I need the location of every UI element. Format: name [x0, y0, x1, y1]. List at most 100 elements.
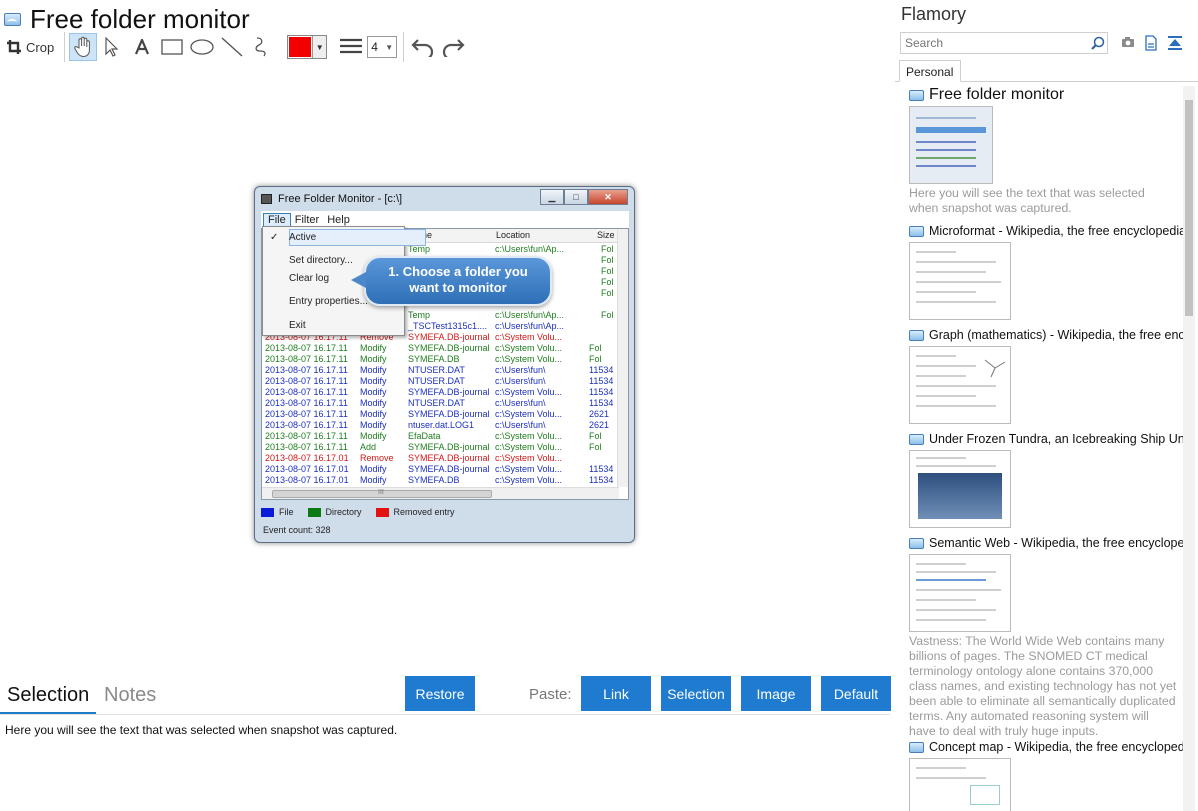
pen-color-swatch [289, 37, 312, 57]
ellipse-tool-button[interactable] [187, 33, 217, 61]
search-input[interactable] [900, 32, 1108, 54]
crop-button[interactable]: Crop [0, 33, 60, 61]
cell-size: Fol [589, 354, 602, 364]
list-item[interactable]: Microformat - Wikipedia, the free encycl… [909, 222, 1183, 320]
snapshot-icon [909, 537, 924, 549]
color-picker[interactable]: ▼ [287, 35, 328, 59]
cell-action: Modify [360, 343, 387, 353]
line-width-picker[interactable]: 4 ▼ [339, 36, 398, 58]
cell-action: Modify [360, 354, 387, 364]
collapse-up-icon[interactable] [1167, 35, 1183, 56]
menu-item-entry-properties: Entry properties... [289, 296, 368, 307]
list-item-description: Vastness: The World Wide Web contains ma… [909, 634, 1177, 738]
rectangle-tool-button[interactable] [157, 33, 187, 61]
cell-name: SYMEFA.DB [408, 354, 460, 364]
list-item-title: Concept map - Wikipedia, the free encycl… [929, 740, 1183, 754]
table-row: 2013-08-07 16.17.11 Modify SYMEFA.DB c:\Sys… [262, 354, 622, 365]
redo-button[interactable] [438, 33, 468, 61]
cell-time: 2013-08-07 16.17.11 [265, 365, 348, 375]
tab-notes[interactable]: Notes [104, 684, 156, 707]
cell-time: 2013-08-07 16.17.11 [265, 343, 348, 353]
cell-name: ntuser.dat.LOG1 [408, 420, 475, 430]
table-row: 2013-08-07 16.17.11 Modify NTUSER.DAT c:\Us… [262, 376, 622, 387]
hand-tool-button[interactable] [69, 33, 98, 61]
select-tool-button[interactable] [97, 33, 127, 61]
table-row: 2013-08-07 16.17.11 Modify NTUSER.DAT c:\Us… [262, 398, 622, 409]
cell-time: 2013-08-07 16.17.11 [265, 409, 348, 419]
list-item[interactable]: Concept map - Wikipedia, the free encycl… [909, 738, 1183, 811]
selection-text[interactable]: Here you will see the text that was sele… [5, 723, 397, 737]
list-item[interactable]: Free folder monitor Here you will see th… [909, 86, 1177, 216]
table-row: 2013-08-07 16.17.11 Modify SYMEFA.DB-journ… [262, 409, 622, 420]
cell-name: NTUSER.DAT [408, 398, 465, 408]
camera-icon[interactable] [1121, 35, 1135, 56]
cell-loc: c:\System Volu... [495, 343, 563, 353]
cell-action: Modify [360, 398, 387, 408]
chevron-down-icon: ▼ [312, 36, 327, 58]
restore-button[interactable]: Restore [405, 676, 475, 711]
cell-name: SYMEFA.DB-journal [408, 387, 490, 397]
cell-action: Modify [360, 365, 387, 375]
snapshot-icon [909, 225, 924, 237]
legend-directory: Directory [307, 507, 362, 517]
list-item-header: Semantic Web - Wikipedia, the free encyc… [909, 534, 1183, 552]
paste-image-button[interactable]: Image [741, 676, 811, 711]
undo-button[interactable] [408, 33, 438, 61]
table-row: 2013-08-07 16.17.01 Remove SYMEFA.DB-journ… [262, 453, 622, 464]
tab-selection[interactable]: Selection [7, 684, 89, 707]
cell-loc: c:\Users\fun\ [495, 376, 546, 386]
cell-name: NTUSER.DAT [408, 365, 465, 375]
paste-link-button[interactable]: Link [581, 676, 651, 711]
cell-size: Fol [601, 288, 614, 298]
list-item-thumbnail [909, 450, 1011, 528]
column-size: Size [597, 230, 615, 240]
list-item-header: Concept map - Wikipedia, the free encycl… [909, 738, 1183, 756]
list-item[interactable]: Semantic Web - Wikipedia, the free encyc… [909, 534, 1183, 739]
legend-label: Removed entry [393, 507, 455, 517]
cell-action: Modify [360, 376, 387, 386]
text-tool-button[interactable] [127, 33, 157, 61]
tab-personal[interactable]: Personal [899, 60, 961, 82]
crop-label: Crop [26, 39, 55, 55]
cell-size: Fol [589, 431, 602, 441]
scroll-thumb[interactable] [1185, 100, 1193, 316]
callout-line-1: 1. Choose a folder you [388, 264, 528, 279]
cell-loc: c:\System Volu... [495, 464, 563, 474]
document-title: Free folder monitor [30, 4, 250, 34]
ship-photo [918, 473, 1002, 519]
cell-loc: c:\Users\fun\ [495, 398, 546, 408]
cell-loc: c:\System Volu... [495, 442, 563, 452]
snapshot-icon [4, 12, 21, 26]
document-icon[interactable] [1144, 35, 1158, 56]
table-row: 2013-08-07 16.17.11 Modify SYMEFA.DB-journ… [262, 343, 622, 354]
rectangle-icon [161, 39, 183, 55]
chevron-down-icon: ▼ [385, 42, 394, 52]
cell-action: Modify [360, 409, 387, 419]
list-item-thumbnail [909, 346, 1011, 424]
line-tool-button[interactable] [217, 33, 247, 61]
line-width-select[interactable]: 4 ▼ [367, 36, 398, 58]
list-item[interactable]: Graph (mathematics) - Wikipedia, the fre… [909, 326, 1183, 424]
cell-name: _TSCTest1315c1.... [408, 321, 488, 331]
table-row: 2013-08-07 16.17.11 Modify SYMEFA.DB-journ… [262, 387, 622, 398]
list-item-title: Graph (mathematics) - Wikipedia, the fre… [929, 328, 1183, 342]
list-item[interactable]: Under Frozen Tundra, an Icebreaking Ship… [909, 430, 1183, 528]
menu-file: File [263, 212, 291, 227]
search-icon[interactable] [1091, 36, 1105, 50]
cell-size: 2621 [589, 409, 610, 419]
sidebar-scrollbar[interactable] [1183, 86, 1195, 811]
paste-default-button[interactable]: Default [821, 676, 891, 711]
freehand-tool-button[interactable] [247, 33, 277, 61]
line-width-value: 4 [371, 40, 378, 54]
toolbar-separator [403, 32, 405, 62]
list-item-header: Graph (mathematics) - Wikipedia, the fre… [909, 326, 1183, 344]
cell-size: 11534 [589, 475, 614, 485]
cell-size: Fol [601, 277, 614, 287]
cell-loc: c:\Users\fun\Ap... [495, 310, 565, 320]
cell-size: 11534 [589, 464, 614, 474]
sidebar-title: Flamory [901, 4, 967, 24]
menu-item-clear-log: Clear log [289, 273, 330, 284]
paste-selection-button[interactable]: Selection [661, 676, 731, 711]
snapshot-icon [909, 89, 924, 101]
menu-filter: Filter [294, 213, 320, 226]
